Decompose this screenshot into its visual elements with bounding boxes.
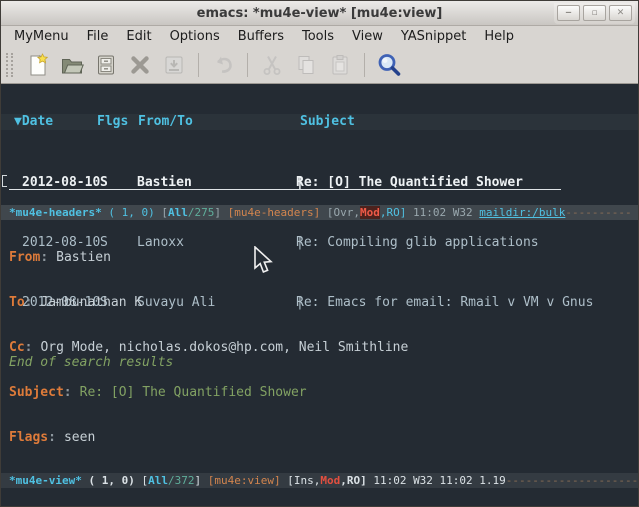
cut-button-disabled bbox=[257, 50, 287, 80]
maximize-button[interactable]: ▫ bbox=[583, 5, 606, 21]
copy-disabled-icon bbox=[294, 53, 318, 77]
menu-file[interactable]: File bbox=[78, 28, 118, 45]
modeline-time: 11:02 W32 bbox=[413, 206, 473, 219]
menubar: MyMenu File Edit Options Buffers Tools V… bbox=[1, 26, 638, 47]
toolbar-separator bbox=[364, 53, 365, 77]
undo-disabled-icon bbox=[211, 53, 235, 77]
emacs-window: emacs: *mu4e-view* [mu4e:view] ‒ ▫ ✕ MyM… bbox=[0, 0, 639, 507]
modeline-headers[interactable]: *mu4e-headers* ( 1, 0) [All/275] [mu4e-h… bbox=[1, 205, 638, 220]
menu-edit[interactable]: Edit bbox=[117, 28, 160, 45]
modeline-filter: All bbox=[148, 474, 168, 487]
toolbar-separator bbox=[198, 53, 199, 77]
emacs-frame: ▼ Date Flgs From/To Subject 2012-08-10 S… bbox=[1, 84, 638, 506]
save-button-disabled bbox=[159, 50, 189, 80]
modeline-position: ( 1, 0) bbox=[108, 206, 154, 219]
column-from[interactable]: From/To bbox=[138, 114, 193, 129]
cut-disabled-icon bbox=[260, 53, 284, 77]
current-row-underline bbox=[9, 189, 561, 190]
headers-column-header: ▼ Date Flgs From/To Subject bbox=[1, 114, 638, 130]
modeline-major-mode: [mu4e-headers] bbox=[228, 206, 321, 219]
current-line-fringe-marker bbox=[2, 175, 7, 187]
modeline-dashes: ---------- bbox=[565, 206, 631, 219]
row-from: Bastien bbox=[137, 175, 192, 190]
modeline-buffer-name: *mu4e-headers* bbox=[9, 206, 102, 219]
minimize-button[interactable]: ‒ bbox=[557, 5, 580, 21]
modeline-count: /275 bbox=[188, 206, 215, 219]
menu-buffers[interactable]: Buffers bbox=[229, 28, 293, 45]
menu-mymenu[interactable]: MyMenu bbox=[5, 28, 78, 45]
toolbar bbox=[1, 47, 638, 84]
file-cabinet-icon bbox=[94, 53, 118, 77]
field-cc: Cc:Org Mode, nicholas.dokos@hp.com, Neil… bbox=[1, 340, 638, 355]
menu-tools[interactable]: Tools bbox=[293, 28, 343, 45]
modeline-buffer-name: *mu4e-view* bbox=[9, 474, 82, 487]
close-button[interactable]: ✕ bbox=[609, 5, 632, 21]
close-buffer-button[interactable] bbox=[125, 50, 155, 80]
field-from: From:Bastien bbox=[1, 250, 638, 265]
titlebar[interactable]: emacs: *mu4e-view* [mu4e:view] ‒ ▫ ✕ bbox=[1, 1, 638, 26]
menu-view[interactable]: View bbox=[343, 28, 392, 45]
modeline-modified-flag: Mod bbox=[320, 474, 340, 487]
menu-help[interactable]: Help bbox=[475, 28, 523, 45]
close-buffer-icon bbox=[128, 53, 152, 77]
maildir-link[interactable]: maildir:/bulk bbox=[479, 206, 565, 219]
column-date[interactable]: ▼ Date bbox=[14, 114, 22, 129]
modeline-count: /372 bbox=[168, 474, 195, 487]
column-subject[interactable]: Subject bbox=[300, 114, 355, 129]
row-flags: S bbox=[100, 175, 108, 190]
modeline-filter: All bbox=[168, 206, 188, 219]
mu4e-view-window: From:Bastien To:Jambunathan K Cc:Org Mod… bbox=[1, 220, 638, 473]
toolbar-grip[interactable] bbox=[6, 53, 13, 77]
window-title: emacs: *mu4e-view* [mu4e:view] bbox=[197, 6, 443, 21]
paste-disabled-icon bbox=[328, 53, 352, 77]
field-subject: Subject:Re: [O] The Quantified Shower bbox=[1, 385, 638, 400]
modeline-view[interactable]: *mu4e-view* ( 1, 0) [All/372] [mu4e:view… bbox=[1, 473, 638, 488]
search-button[interactable] bbox=[374, 50, 404, 80]
header-row-current[interactable]: 2012-08-10 S Bastien |Re: [O] The Quanti… bbox=[1, 175, 638, 190]
modeline-time: 11:02 W32 11:02 1.19 bbox=[373, 474, 505, 487]
toolbar-separator bbox=[247, 53, 248, 77]
field-to: To:Jambunathan K bbox=[1, 295, 638, 310]
open-folder-icon bbox=[60, 53, 84, 77]
window-controls: ‒ ▫ ✕ bbox=[554, 3, 635, 24]
search-icon bbox=[376, 52, 402, 78]
modeline-position: ( 1, 0) bbox=[88, 474, 134, 487]
open-file-button[interactable] bbox=[57, 50, 87, 80]
menu-options[interactable]: Options bbox=[161, 28, 229, 45]
mu4e-headers-window: ▼ Date Flgs From/To Subject 2012-08-10 S… bbox=[1, 84, 638, 205]
modeline-modified-flag: Mod bbox=[360, 206, 380, 219]
file-cabinet-button[interactable] bbox=[91, 50, 121, 80]
copy-button-disabled bbox=[291, 50, 321, 80]
sort-desc-icon: ▼ bbox=[14, 114, 22, 129]
paste-button-disabled bbox=[325, 50, 355, 80]
field-flags: Flags:seen bbox=[1, 430, 638, 445]
modeline-major-mode: [mu4e:view] bbox=[208, 474, 281, 487]
minibuffer[interactable] bbox=[1, 488, 638, 506]
save-disabled-icon bbox=[162, 53, 186, 77]
new-file-button[interactable] bbox=[23, 50, 53, 80]
row-date: 2012-08-10 bbox=[22, 175, 100, 190]
menu-yasnippet[interactable]: YASnippet bbox=[392, 28, 476, 45]
new-file-icon bbox=[26, 53, 50, 77]
undo-button-disabled bbox=[208, 50, 238, 80]
modeline-dashes: -------------------- bbox=[506, 474, 638, 487]
column-flags[interactable]: Flgs bbox=[97, 114, 128, 129]
